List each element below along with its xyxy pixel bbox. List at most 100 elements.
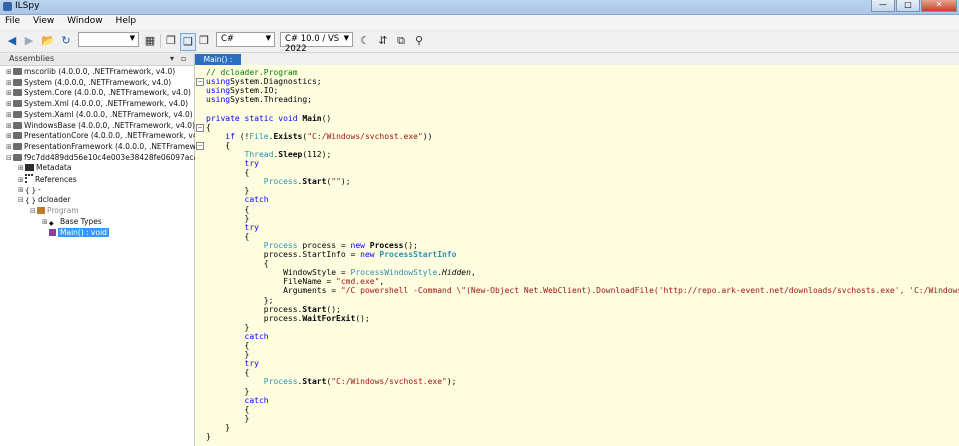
code-token: File (249, 131, 269, 141)
expander-icon[interactable]: ⊞ (18, 185, 25, 195)
code-line: if (!File.Exists("C:/Windows/svchost.exe… (206, 131, 432, 142)
tree-node[interactable]: ⊞ System.Xaml (4.0.0.0, .NETFramework, v4… (6, 110, 193, 120)
code-token: Start (302, 177, 327, 187)
expander-icon[interactable]: ⊞ (6, 142, 13, 152)
code-token: "" (331, 177, 341, 187)
menu-file[interactable]: File (0, 15, 25, 27)
pane-dropdown-icon[interactable]: ▾ (170, 54, 174, 63)
tree-node[interactable]: ⊞ WindowsBase (4.0.0.0, .NETFramework, v4… (6, 121, 195, 131)
close-button[interactable]: ✕ (921, 0, 957, 12)
forward-icon[interactable]: ▶ (22, 33, 36, 49)
pane-pin-icon[interactable]: ▫ (181, 54, 186, 63)
tree-node[interactable]: Main() : void (42, 227, 109, 238)
tree-node[interactable]: ⊟ f9c7dd489dd56e10c4e003e38428fe06097aca7… (6, 153, 217, 163)
code-token: , (470, 268, 476, 278)
assembly-icon (13, 132, 22, 140)
code-token: Start (302, 377, 327, 387)
show-all-icon[interactable]: ❒ (197, 33, 211, 49)
expander-icon[interactable]: ⊞ (18, 175, 25, 185)
tree-node-label: WindowsBase (4.0.0.0, .NETFramework, v4.… (24, 120, 195, 130)
expander-icon[interactable]: ⊞ (6, 121, 13, 131)
code-line: } (206, 431, 211, 442)
assembly-icon (13, 153, 22, 161)
menu-help[interactable]: Help (111, 15, 142, 27)
maximize-button[interactable]: □ (896, 0, 920, 12)
namespace-icon: { } (25, 197, 37, 206)
assembly-list-combo[interactable]: ▼ (78, 32, 139, 47)
expander-icon[interactable]: ⊞ (42, 217, 49, 227)
code-token: WaitForExit (302, 313, 356, 323)
assembly-list-icon[interactable]: ▦ (143, 33, 157, 49)
tree-node-label: Metadata (36, 163, 72, 173)
code-token: private static void (206, 113, 298, 123)
expander-icon[interactable]: ⊞ (6, 99, 13, 109)
tree-node[interactable]: ⊟ Program (30, 206, 79, 216)
theme-icon[interactable]: ☾ (358, 33, 372, 49)
expander-icon[interactable]: ⊞ (6, 131, 13, 141)
expander-icon[interactable]: ⊟ (30, 206, 37, 216)
code-line: Arguments = "/C powershell -Command \"(N… (206, 285, 959, 296)
fold-toggle-icon[interactable]: − (196, 123, 204, 132)
minimize-button[interactable]: — (871, 0, 895, 12)
tree-node[interactable]: ⊞ mscorlib (4.0.0.0, .NETFramework, v4.0) (6, 67, 175, 77)
tree-node-label: Base Types (60, 216, 102, 226)
method-icon (49, 228, 56, 236)
expander-icon[interactable]: ⊞ (6, 110, 13, 120)
menu-bar: File View Window Help (0, 15, 959, 29)
tree-node[interactable]: ⊞ Metadata (18, 163, 72, 173)
base-types-icon: ◆ (49, 219, 54, 227)
window-controls: — □ ✕ (871, 0, 957, 12)
tree-node[interactable]: ⊞ References (18, 174, 77, 184)
expander-icon[interactable]: ⊟ (6, 153, 13, 163)
toolbar: ◀ ▶ 📂 ↻ ▼ ▦ ❐ ❑ ❒ C# ▼ C# 10.0 / VS 2022… (0, 30, 959, 54)
version-combo[interactable]: C# 10.0 / VS 2022 ▼ (280, 32, 353, 54)
references-icon (25, 174, 33, 183)
code-token: Sleep (278, 149, 303, 159)
code-token: (); (355, 313, 370, 323)
tree-node[interactable]: ⊞◆ Base Types (42, 217, 102, 227)
tree-node[interactable]: ⊞ System (4.0.0.0, .NETFramework, v4.0) (6, 78, 171, 88)
chevron-down-icon: ▼ (343, 34, 349, 42)
code-token: System.Threading; (230, 95, 312, 105)
tree-node-label: Program (47, 206, 79, 216)
show-private-icon[interactable]: ❑ (180, 33, 196, 51)
sort-icon[interactable]: ⇵ (376, 33, 390, 49)
assembly-icon (13, 110, 22, 118)
tree-node[interactable]: ⊞ System.Xml (4.0.0.0, .NETFramework, v4.… (6, 99, 188, 109)
expander-icon[interactable]: ⊟ (18, 195, 25, 205)
back-icon[interactable]: ◀ (5, 33, 19, 49)
metadata-icon (25, 164, 34, 172)
expander-icon[interactable]: ⊞ (6, 67, 13, 77)
tab-main-void[interactable]: Main() : void (195, 54, 241, 75)
collapse-icon[interactable]: ⧉ (394, 33, 408, 49)
refresh-icon[interactable]: ↻ (59, 33, 73, 49)
tree-node[interactable]: ⊟{ } dcloader (18, 195, 71, 205)
expander-icon[interactable]: ⊞ (6, 88, 13, 98)
code-token: (112); (302, 149, 332, 159)
code-token: ProcessStartInfo (374, 250, 457, 259)
assembly-icon (13, 142, 22, 150)
app-logo-icon (3, 2, 12, 11)
menu-window[interactable]: Window (62, 15, 108, 27)
tree-node[interactable]: ⊞ PresentationCore (4.0.0.0, .NETFramewor… (6, 131, 208, 141)
tree-node[interactable]: ⊞ System.Core (4.0.0.0, .NETFramework, v4… (6, 88, 191, 98)
code-token: ); (446, 377, 457, 387)
menu-view[interactable]: View (28, 15, 59, 27)
tree-node[interactable]: ⊞ PresentationFramework (4.0.0.0, .NETFra… (6, 142, 208, 152)
code-token: (! (234, 131, 250, 141)
tree-node[interactable]: ⊞{ } - (18, 185, 41, 195)
open-icon[interactable]: 📂 (41, 33, 55, 49)
assembly-icon (13, 78, 22, 86)
fold-toggle-icon[interactable]: − (196, 141, 204, 150)
code-view[interactable]: // dcloader.Program usingSystem.Diagnosti… (195, 65, 959, 446)
fold-toggle-icon[interactable]: − (196, 78, 204, 87)
code-token: )) (422, 131, 433, 141)
show-public-icon[interactable]: ❐ (164, 33, 178, 49)
expander-icon[interactable]: ⊞ (6, 78, 13, 88)
code-token: Hidden (442, 268, 471, 278)
expander-icon[interactable]: ⊞ (18, 163, 25, 173)
search-icon[interactable]: ⚲ (412, 33, 426, 49)
tree-node-label: System.Xml (4.0.0.0, .NETFramework, v4.0… (24, 99, 189, 109)
toolbar-separator (160, 34, 161, 48)
language-combo[interactable]: C# ▼ (216, 32, 275, 47)
